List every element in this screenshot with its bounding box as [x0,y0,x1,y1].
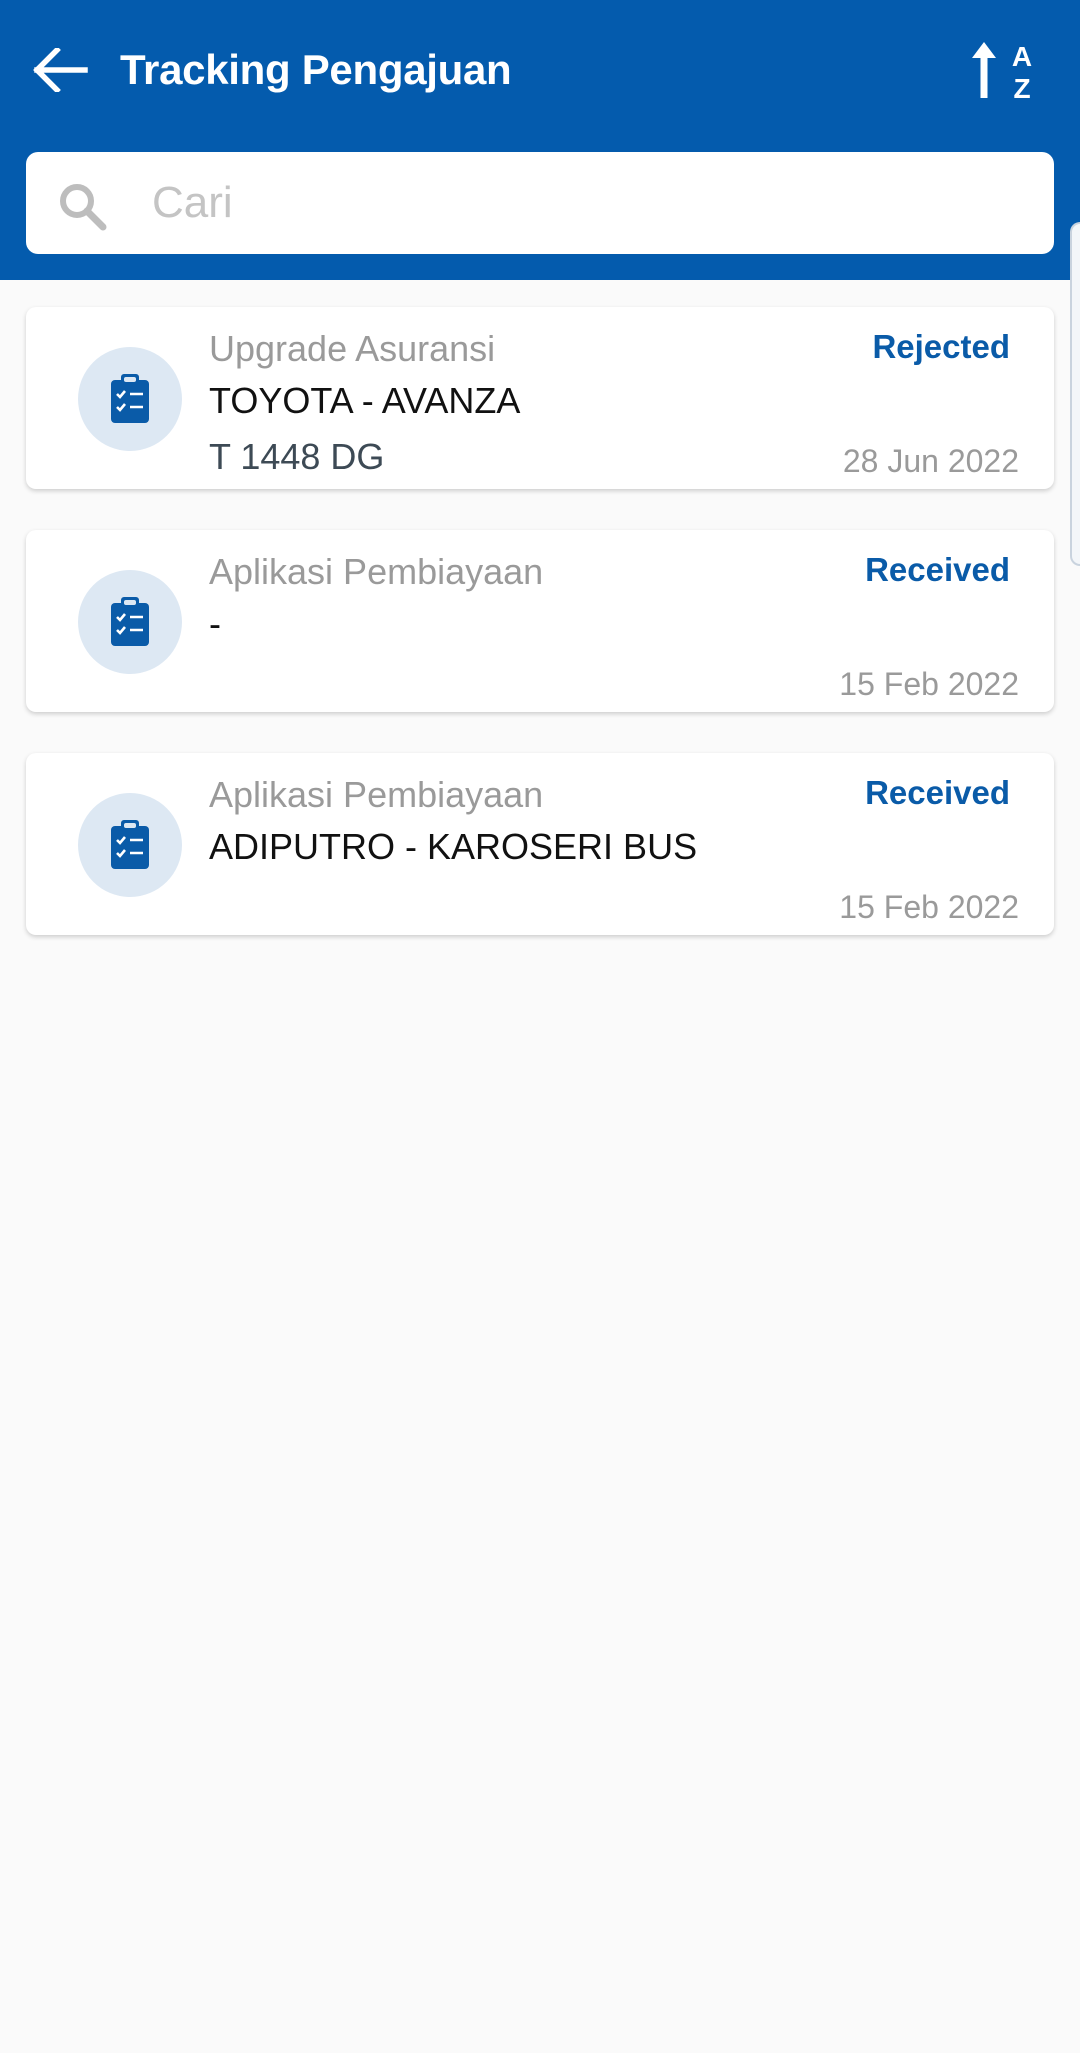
clipboard-check-icon [111,820,149,869]
submission-list: Upgrade Asuransi TOYOTA - AVANZA T 1448 … [26,307,1054,976]
submission-card[interactable]: Aplikasi Pembiayaan - Received 15 Feb 20… [26,530,1054,712]
scroll-indicator[interactable] [1070,222,1080,566]
status-badge: Rejected [872,328,1010,365]
card-icon-circle [78,793,182,897]
sort-button[interactable]: A Z [970,36,1046,112]
card-icon-circle [78,570,182,674]
status-badge: Received [865,551,1010,588]
page-title: Tracking Pengajuan [120,46,512,93]
card-type: Aplikasi Pembiayaan [209,551,544,592]
card-date: 28 Jun 2022 [842,443,1019,479]
card-date: 15 Feb 2022 [839,666,1019,702]
card-vehicle-name: - [209,603,221,644]
card-plate-number: T 1448 DG [209,436,385,477]
back-button[interactable] [26,38,96,102]
search-box[interactable] [26,152,1054,254]
arrow-left-icon [33,48,88,92]
search-icon [60,184,107,231]
clipboard-check-icon [111,597,149,646]
submission-card[interactable]: Aplikasi Pembiayaan ADIPUTRO - KAROSERI … [26,753,1054,935]
card-date: 15 Feb 2022 [839,889,1019,925]
svg-text:A: A [1012,41,1032,72]
card-vehicle-name: TOYOTA - AVANZA [209,380,521,421]
card-icon-circle [78,347,182,451]
search-input[interactable] [152,170,1032,236]
card-type: Aplikasi Pembiayaan [209,774,544,815]
clipboard-check-icon [111,374,149,423]
card-vehicle-name: ADIPUTRO - KAROSERI BUS [209,826,698,867]
svg-text:Z: Z [1013,73,1030,104]
status-badge: Received [865,774,1010,811]
card-type: Upgrade Asuransi [209,328,496,369]
sort-az-icon: A Z [972,41,1032,104]
app-bar: Tracking Pengajuan A Z [0,0,1080,280]
submission-card[interactable]: Upgrade Asuransi TOYOTA - AVANZA T 1448 … [26,307,1054,489]
